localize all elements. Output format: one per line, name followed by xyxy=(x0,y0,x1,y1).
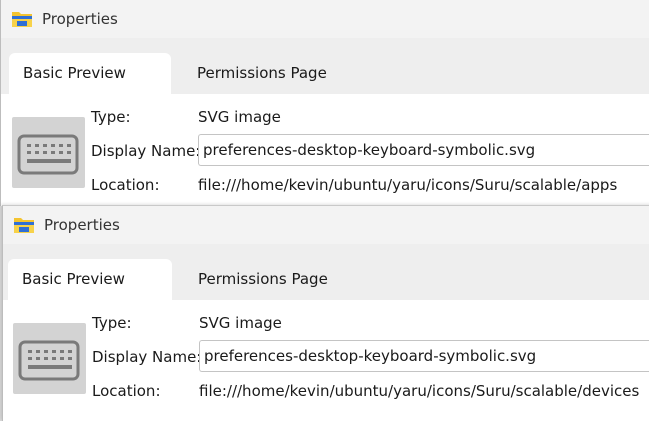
basic-preview-panel: Type: SVG image Display Name: preference… xyxy=(3,300,649,420)
display-name-field[interactable]: preferences-desktop-keyboard-symbolic.sv… xyxy=(199,340,649,372)
type-label: Type: xyxy=(91,108,131,126)
basic-preview-panel: Type: SVG image Display Name: preference… xyxy=(1,94,649,206)
keyboard-icon xyxy=(12,117,85,188)
properties-window-1: Properties Basic Preview Page Permission… xyxy=(0,0,649,206)
window-titlebar[interactable]: Properties xyxy=(3,206,649,244)
window-title: Properties xyxy=(42,10,118,28)
tab-permissions-page[interactable]: Permissions Page xyxy=(184,259,342,300)
tab-bar: Basic Preview Page Permissions Page xyxy=(1,38,649,123)
display-name-label: Display Name: xyxy=(92,348,202,366)
display-name-field[interactable]: preferences-desktop-keyboard-symbolic.sv… xyxy=(198,134,649,166)
properties-window-2: Properties Basic Preview Page Permission… xyxy=(2,205,649,421)
tab-basic-preview-page[interactable]: Basic Preview Page xyxy=(9,53,171,123)
folder-icon xyxy=(13,215,35,235)
location-label: Location: xyxy=(92,382,161,400)
location-value: file:///home/kevin/ubuntu/yaru/icons/Sur… xyxy=(198,176,618,194)
window-titlebar[interactable]: Properties xyxy=(1,0,649,38)
tab-permissions-page[interactable]: Permissions Page xyxy=(183,53,341,94)
window-title: Properties xyxy=(44,216,120,234)
display-name-label: Display Name: xyxy=(91,142,201,160)
folder-icon xyxy=(11,9,33,29)
keyboard-icon xyxy=(13,323,86,394)
location-value: file:///home/kevin/ubuntu/yaru/icons/Sur… xyxy=(199,382,640,400)
type-value: SVG image xyxy=(198,108,281,126)
location-label: Location: xyxy=(91,176,160,194)
tab-bar: Basic Preview Page Permissions Page xyxy=(3,244,649,329)
type-label: Type: xyxy=(92,314,132,332)
tab-basic-preview-page[interactable]: Basic Preview Page xyxy=(8,259,172,329)
type-value: SVG image xyxy=(199,314,282,332)
